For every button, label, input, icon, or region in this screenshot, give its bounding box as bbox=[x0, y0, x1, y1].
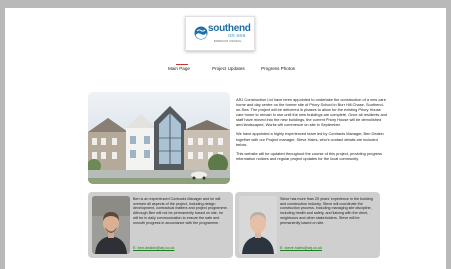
building-render-image bbox=[88, 92, 230, 184]
intro-paragraph: This website will be updated throughout … bbox=[236, 150, 382, 161]
staff-email-link[interactable]: E: ben.deakin@arj.co.uk bbox=[133, 246, 174, 250]
page: southend on sea BOROUGH COUNCIL Main Pag… bbox=[5, 8, 446, 269]
nav-main-page[interactable]: Main Page bbox=[168, 66, 190, 71]
logo-subtitle: BOROUGH COUNCIL bbox=[214, 40, 242, 43]
main-nav: Main Page Project Updates Progress Photo… bbox=[5, 64, 446, 76]
logo-emblem-icon bbox=[194, 26, 208, 40]
council-logo[interactable]: southend on sea BOROUGH COUNCIL bbox=[185, 16, 255, 51]
staff-photo bbox=[92, 196, 130, 254]
staff-card-contracts-manager: Ben is an experienced Contracts Manager … bbox=[88, 192, 233, 258]
intro-text: ARJ Construction Ltd have been appointed… bbox=[236, 97, 388, 165]
staff-bio: Ben is an experienced Contracts Manager … bbox=[133, 197, 228, 225]
nav-project-updates[interactable]: Project Updates bbox=[212, 66, 245, 71]
intro-paragraph: We have appointed a highly experienced t… bbox=[236, 131, 384, 147]
intro-paragraph: ARJ Construction Ltd have been appointed… bbox=[236, 97, 387, 128]
staff-card-project-manager: Steve has more than 20 years' experience… bbox=[235, 192, 380, 258]
staff-photo bbox=[239, 196, 277, 254]
logo-sea-text: on sea bbox=[228, 33, 246, 39]
staff-bio: Steve has more than 20 years' experience… bbox=[280, 197, 373, 225]
nav-active-indicator bbox=[176, 64, 188, 65]
staff-email-link[interactable]: E: steve.hales@arj.co.uk bbox=[280, 246, 322, 250]
nav-progress-photos[interactable]: Progress Photos bbox=[261, 66, 295, 71]
